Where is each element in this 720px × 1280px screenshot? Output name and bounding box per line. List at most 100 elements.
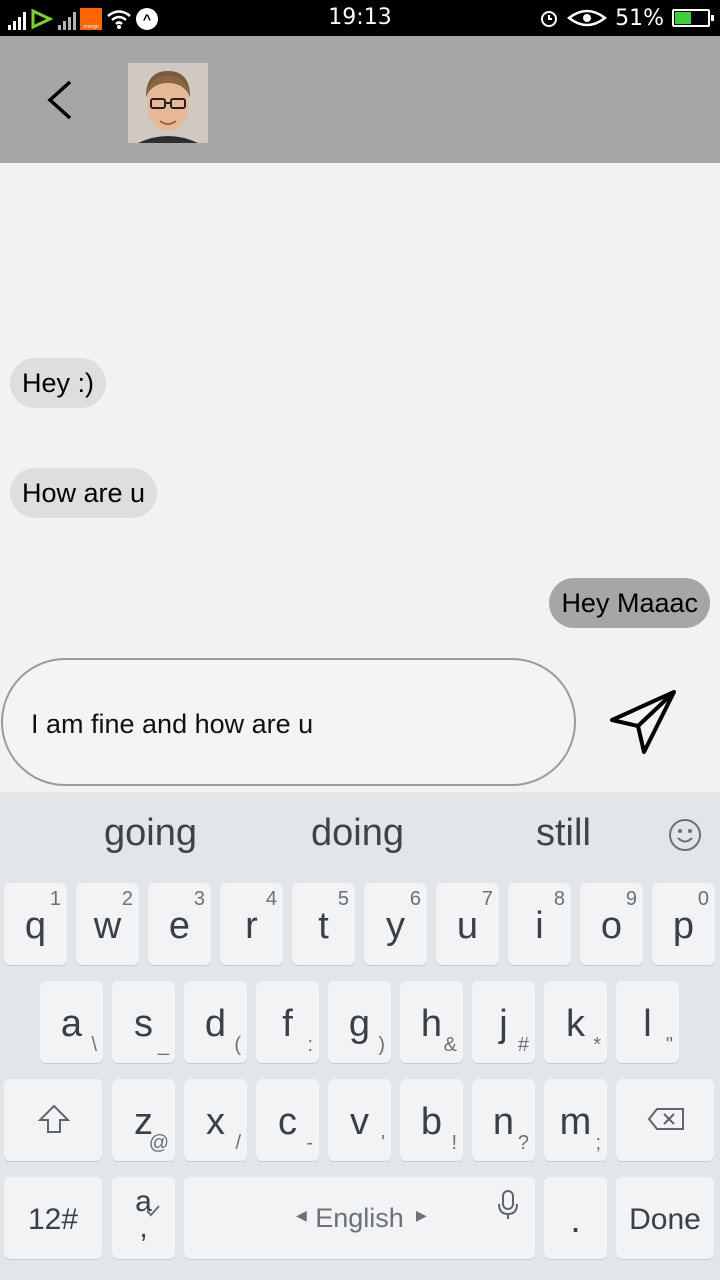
suggestion-3[interactable]: still — [536, 812, 591, 855]
key-i[interactable]: i8 — [508, 883, 571, 965]
contact-avatar-image — [128, 63, 208, 143]
key-main: Done — [629, 1203, 701, 1236]
alarm-icon — [541, 11, 558, 27]
key-b[interactable]: b! — [400, 1079, 463, 1161]
key-sub: 1 — [49, 888, 61, 910]
key-sub: ' — [381, 1132, 385, 1154]
key-sub: " — [665, 1034, 673, 1056]
shift-arrow-icon — [37, 1104, 71, 1133]
emoji-button[interactable] — [668, 818, 702, 852]
suggestion-1[interactable]: going — [104, 812, 197, 855]
key-main: r — [245, 905, 258, 947]
microphone-icon — [498, 1190, 518, 1219]
battery-percent: 51% — [615, 5, 664, 31]
key-sub: ) — [378, 1034, 385, 1056]
message-input[interactable] — [31, 704, 551, 744]
smiley-icon — [669, 819, 701, 851]
key-main: . — [570, 1199, 581, 1241]
key-main: t — [318, 905, 329, 947]
backspace-key[interactable] — [616, 1079, 714, 1161]
key-k[interactable]: k * — [544, 981, 607, 1063]
key-m[interactable]: m; — [544, 1079, 607, 1161]
space-label: English — [315, 1203, 404, 1233]
space-key[interactable]: ◀ English ▶ — [184, 1177, 535, 1259]
key-sub: 7 — [481, 888, 493, 910]
done-key[interactable]: Done — [616, 1177, 714, 1259]
key-sub: : — [307, 1034, 313, 1056]
key-x[interactable]: x / — [184, 1079, 247, 1161]
numbers-key[interactable]: 12# — [4, 1177, 102, 1259]
key-t[interactable]: t5 — [292, 883, 355, 965]
key-sub: _ — [157, 1034, 169, 1056]
key-e[interactable]: e3 — [148, 883, 211, 965]
key-sub: \ — [91, 1034, 97, 1056]
checkmark-icon — [146, 1205, 160, 1217]
key-g[interactable]: g) — [328, 981, 391, 1063]
key-j[interactable]: j # — [472, 981, 535, 1063]
key-u[interactable]: u7 — [436, 883, 499, 965]
key-sub: # — [517, 1034, 529, 1056]
key-sub: - — [306, 1132, 313, 1154]
key-z[interactable]: z @ — [112, 1079, 175, 1161]
key-sub: ! — [451, 1132, 457, 1154]
key-sub: 0 — [697, 888, 709, 910]
key-v[interactable]: v ' — [328, 1079, 391, 1161]
shift-key[interactable] — [4, 1079, 102, 1161]
key-sub: 6 — [409, 888, 421, 910]
key-main: p — [672, 905, 695, 947]
key-sub: 3 — [193, 888, 205, 910]
key-main: e — [168, 905, 191, 947]
key-sub: @ — [148, 1132, 169, 1154]
arrow-right-icon: ▶ — [416, 1207, 427, 1223]
key-s[interactable]: s _ — [112, 981, 175, 1063]
suggestion-2[interactable]: doing — [311, 812, 404, 855]
send-paper-plane-icon — [610, 690, 676, 754]
key-r[interactable]: r4 — [220, 883, 283, 965]
message-bubble-incoming: How are u — [10, 468, 158, 518]
key-sub: , — [139, 1211, 148, 1244]
key-sub: 5 — [337, 888, 349, 910]
key-main: 12# — [27, 1203, 79, 1236]
key-q[interactable]: q1 — [4, 883, 67, 965]
key-main: w — [93, 905, 122, 947]
eye-icon — [567, 9, 608, 27]
key-sub: * — [593, 1034, 601, 1056]
key-main: i — [535, 905, 544, 947]
key-f[interactable]: f: — [256, 981, 319, 1063]
key-c[interactable]: c- — [256, 1079, 319, 1161]
key-main: y — [386, 905, 405, 947]
key-sub: ? — [517, 1132, 529, 1154]
key-n[interactable]: n? — [472, 1079, 535, 1161]
backspace-icon — [647, 1108, 684, 1130]
key-main: u — [456, 905, 479, 947]
key-sub: ; — [595, 1132, 601, 1154]
key-w[interactable]: w2 — [76, 883, 139, 965]
avatar[interactable] — [128, 63, 208, 143]
key-main: q — [24, 905, 47, 947]
key-sub: ( — [234, 1034, 241, 1056]
key-a[interactable]: a \ — [40, 981, 103, 1063]
key-sub: 2 — [121, 888, 133, 910]
chevron-left-icon — [47, 80, 72, 120]
message-bubble-incoming: Hey :) — [10, 358, 107, 408]
key-sub: 8 — [553, 888, 565, 910]
key-l[interactable]: l " — [616, 981, 679, 1063]
battery-charging-icon — [672, 9, 714, 27]
period-key[interactable]: . — [544, 1177, 607, 1259]
language-key[interactable]: a , — [112, 1177, 175, 1259]
keyboard: going doing still q1 w2 e3 r4 t5 y6 u7 i… — [0, 792, 720, 1280]
chat-header — [0, 36, 720, 163]
key-p[interactable]: p0 — [652, 883, 715, 965]
message-bubble-outgoing: Hey Maaac — [549, 578, 710, 628]
key-main: o — [600, 905, 623, 947]
key-o[interactable]: o9 — [580, 883, 643, 965]
back-button[interactable] — [36, 76, 84, 124]
status-right-icons: 51% — [539, 5, 714, 31]
key-d[interactable]: d( — [184, 981, 247, 1063]
key-sub: 9 — [625, 888, 637, 910]
key-y[interactable]: y6 — [364, 883, 427, 965]
key-h[interactable]: h & — [400, 981, 463, 1063]
send-button[interactable] — [608, 688, 680, 758]
key-sub: 4 — [265, 888, 277, 910]
message-input-container — [1, 658, 576, 786]
